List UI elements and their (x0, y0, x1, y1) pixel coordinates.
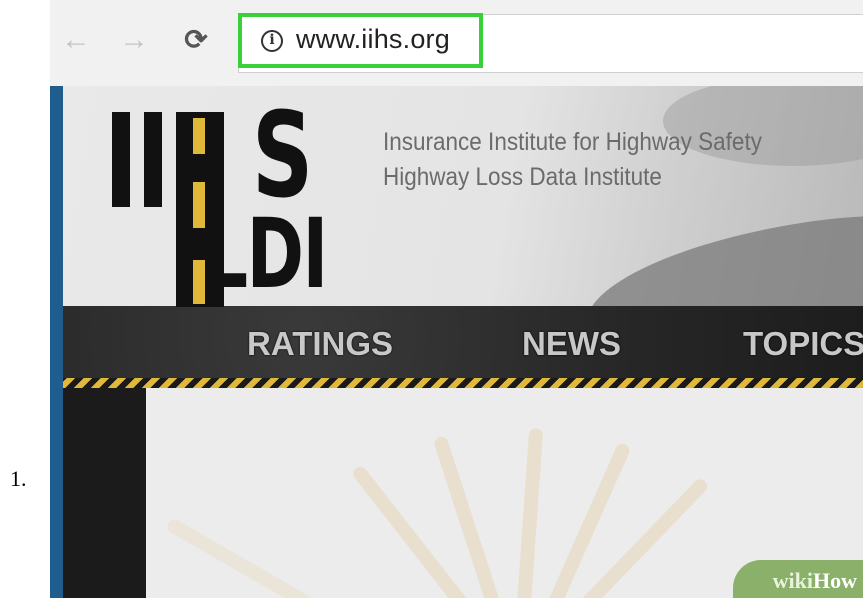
logo-bar (144, 112, 162, 207)
forward-arrow-icon[interactable]: → (116, 20, 152, 60)
firework-ray (164, 516, 337, 598)
firework-ray (516, 427, 544, 598)
nav-topics[interactable]: TOPICS (743, 325, 863, 363)
watermark-wiki: wiki (772, 568, 813, 593)
logo-letters-ldi: LDI (204, 198, 328, 310)
mountain-hill (576, 198, 863, 306)
left-stripe (50, 86, 63, 598)
reload-icon[interactable]: ⟳ (178, 20, 214, 60)
back-arrow-icon[interactable]: ← (58, 20, 94, 60)
logo-dash (193, 118, 205, 154)
nav-news[interactable]: NEWS (522, 325, 621, 363)
hazard-stripe (63, 378, 863, 388)
url-highlight-box (238, 13, 483, 68)
logo-bar (112, 112, 130, 207)
org-name-iihs: Insurance Institute for Highway Safety (383, 128, 762, 156)
screenshot: ← → ⟳ i www.iihs.org RATINGS NEWS TOPICS (50, 0, 863, 598)
watermark-text: wikiHow (773, 568, 857, 594)
dark-sidebar (63, 388, 146, 598)
org-name-hldi: Highway Loss Data Institute (383, 163, 662, 191)
site-nav: RATINGS NEWS TOPICS (63, 306, 863, 378)
wikihow-watermark: wikiHow (733, 560, 863, 598)
watermark-how: How (813, 568, 857, 593)
browser-toolbar: ← → ⟳ i www.iihs.org (50, 0, 863, 87)
step-number: 1. (10, 466, 27, 491)
iihs-hldi-logo[interactable]: S LDI (112, 96, 328, 307)
nav-ratings[interactable]: RATINGS (247, 325, 393, 363)
logo-letter-s: S (252, 86, 314, 224)
